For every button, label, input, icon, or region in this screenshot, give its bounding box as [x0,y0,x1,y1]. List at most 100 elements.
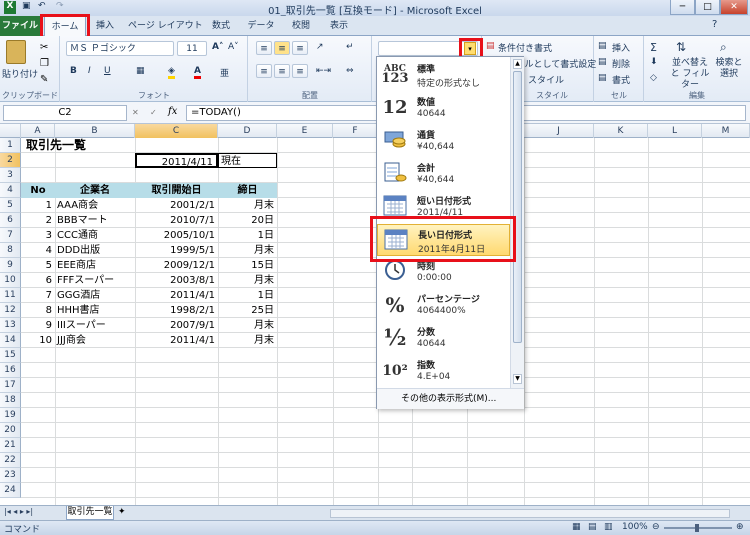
help-icon[interactable]: ? [712,19,717,30]
format-item[interactable]: 長い日付形式 2011年4月11日 [377,223,510,256]
cell-styles-button[interactable]: スタイル [528,73,564,86]
cell-no[interactable]: 5 [21,258,55,273]
cell-closing[interactable]: 月末 [218,273,277,288]
cell-no[interactable]: 10 [21,333,55,348]
col-header-d[interactable]: D [218,124,277,138]
row-header-7[interactable]: 7 [0,228,21,243]
paste-button[interactable]: 貼り付け [2,67,38,80]
cell-no[interactable]: 6 [21,273,55,288]
row-header-20[interactable]: 20 [0,423,21,438]
row-header-24[interactable]: 24 [0,483,21,498]
name-box[interactable]: C2 [3,105,127,121]
indent-icon[interactable]: ⇤⇥ [316,66,331,76]
row-header-22[interactable]: 22 [0,453,21,468]
horizontal-scrollbar[interactable] [330,509,730,518]
col-header-f[interactable]: F [333,124,378,138]
cell-company[interactable]: CCC通商 [55,228,135,243]
cell-c2-date[interactable]: 2011/4/11 [135,153,218,168]
insert-function-icon[interactable]: fx [168,106,177,117]
merge-icon[interactable]: ⇔ [346,66,354,76]
row-header-16[interactable]: 16 [0,363,21,378]
cell-start-date[interactable]: 2003/8/1 [135,273,218,288]
scroll-thumb[interactable] [513,71,522,343]
header-closing[interactable]: 締日 [218,183,277,198]
cell-no[interactable]: 2 [21,213,55,228]
sheet-tab-main[interactable]: 取引先一覧 [66,506,114,520]
cell-start-date[interactable]: 2009/12/1 [135,258,218,273]
cell-closing[interactable]: 20日 [218,213,277,228]
shrink-font-icon[interactable]: A˅ [228,42,239,52]
sheet-nav-icons[interactable]: |◂ ◂ ▸ ▸| [4,507,33,516]
row-header-1[interactable]: 1 [0,138,21,153]
cell-no[interactable]: 4 [21,243,55,258]
zoom-level[interactable]: 100% [622,522,648,532]
scroll-down-icon[interactable]: ▼ [513,374,522,384]
tab-page-layout[interactable]: ページ レイアウト [128,16,203,36]
bold-icon[interactable]: B [70,66,77,76]
row-header-15[interactable]: 15 [0,348,21,363]
cell-closing[interactable]: 月末 [218,198,277,213]
format-item[interactable]: 12 数値 40644 [377,92,510,124]
more-number-formats[interactable]: その他の表示形式(M)... [377,388,524,409]
page-layout-view-icon[interactable]: ▤ [588,522,597,532]
scroll-up-icon[interactable]: ▲ [513,59,522,69]
cell-company[interactable]: DDD出版 [55,243,135,258]
format-item[interactable]: ½ 分数 40644 [377,322,510,354]
row-header-4[interactable]: 4 [0,183,21,198]
cell-closing[interactable]: 15日 [218,258,277,273]
row-header-9[interactable]: 9 [0,258,21,273]
row-header-21[interactable]: 21 [0,438,21,453]
cell-start-date[interactable]: 1999/5/1 [135,243,218,258]
fill-icon[interactable]: ⬇ [650,57,658,67]
align-right-icon[interactable]: ≡ [292,64,308,78]
row-header-17[interactable]: 17 [0,378,21,393]
cancel-icon[interactable]: ✕ [132,108,139,117]
tab-review[interactable]: 校閲 [288,16,314,36]
normal-view-icon[interactable]: ▦ [572,522,581,532]
cell-no[interactable]: 7 [21,288,55,303]
row-header-6[interactable]: 6 [0,213,21,228]
align-bottom-icon[interactable]: ≡ [292,41,308,55]
format-item[interactable]: 短い日付形式 2011/4/11 [377,191,510,223]
cell-closing[interactable]: 1日 [218,228,277,243]
align-center-icon[interactable]: ≡ [274,64,290,78]
cell-start-date[interactable]: 2010/7/1 [135,213,218,228]
cell-company[interactable]: EEE商店 [55,258,135,273]
format-painter-icon[interactable]: ✎ [40,74,48,85]
col-header-m[interactable]: M [702,124,750,138]
row-header-10[interactable]: 10 [0,273,21,288]
tab-insert[interactable]: 挿入 [92,16,118,36]
tab-formulas[interactable]: 数式 [208,16,234,36]
cell-start-date[interactable]: 2007/9/1 [135,318,218,333]
cell-closing[interactable]: 25日 [218,303,277,318]
row-header-12[interactable]: 12 [0,303,21,318]
align-left-icon[interactable]: ≡ [256,64,272,78]
cell-start-date[interactable]: 1998/2/1 [135,303,218,318]
cell-no[interactable]: 1 [21,198,55,213]
cell-start-date[interactable]: 2001/2/1 [135,198,218,213]
cell-start-date[interactable]: 2011/4/1 [135,288,218,303]
select-all-corner[interactable] [0,124,21,138]
col-header-j[interactable]: J [524,124,594,138]
delete-cells-button[interactable]: 削除 [612,57,630,70]
cell-company[interactable]: FFFスーパー [55,273,135,288]
conditional-format-button[interactable]: 条件付き書式 [498,41,552,54]
autosum-icon[interactable]: Σ [650,41,657,54]
cell-company[interactable]: JJJ商会 [55,333,135,348]
phonetic-icon[interactable]: 亜 [220,66,229,79]
fill-color-icon[interactable]: ◈ [168,66,175,79]
underline-icon[interactable]: U [104,66,111,76]
font-size-select[interactable]: 11 [177,41,207,56]
format-item[interactable]: 会計 ¥40,644 [377,158,510,190]
copy-icon[interactable]: ❐ [40,58,49,69]
insert-sheet-icon[interactable]: ✦ [118,507,126,517]
font-color-icon[interactable]: A [194,66,201,79]
zoom-out-icon[interactable]: ⊖ [652,522,660,532]
col-header-k[interactable]: K [594,124,648,138]
col-header-b[interactable]: B [55,124,135,138]
enter-icon[interactable]: ✓ [150,108,157,117]
col-header-a[interactable]: A [21,124,55,138]
format-cells-button[interactable]: 書式 [612,73,630,86]
cell-start-date[interactable]: 2011/4/1 [135,333,218,348]
grow-font-icon[interactable]: A˄ [212,42,223,52]
